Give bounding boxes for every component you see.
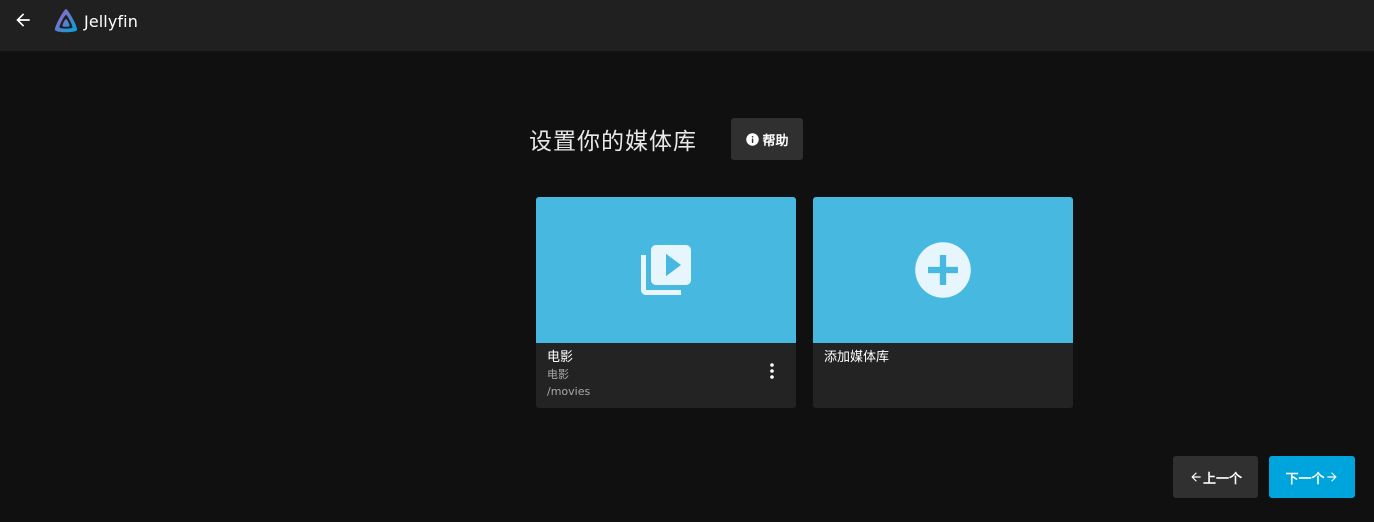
library-type: 电影 [547,368,569,381]
library-card-image[interactable] [536,197,796,343]
arrow-right-icon [1326,472,1337,482]
add-library-card-image[interactable] [813,197,1073,343]
add-circle-icon [915,242,971,298]
add-library-label: 添加媒体库 [824,350,890,365]
app-logo[interactable]: Jellyfin [52,7,138,35]
app-header: Jellyfin [0,0,1374,51]
arrow-left-icon [16,13,30,27]
previous-button[interactable]: 上一个 [1173,456,1258,498]
library-title: 电影 [547,350,574,365]
next-label: 下一个 [1285,471,1325,487]
library-path: /movies [547,385,591,398]
info-icon [745,132,760,147]
add-library-card[interactable]: 添加媒体库 [813,197,1073,408]
page-title: 设置你的媒体库 [529,129,697,155]
back-button[interactable] [8,5,38,35]
page-title-row: 设置你的媒体库 [529,118,697,160]
help-button[interactable]: 帮助 [731,118,803,160]
add-library-card-footer: 添加媒体库 [813,343,1073,408]
video-library-icon [641,245,691,295]
jellyfin-logo-icon [54,9,78,33]
library-card-movies[interactable]: 电影 电影 /movies [536,197,796,408]
next-button[interactable]: 下一个 [1269,456,1355,498]
previous-label: 上一个 [1202,471,1242,487]
library-card-footer: 电影 电影 /movies [536,343,796,408]
help-label: 帮助 [762,133,789,149]
more-vertical-icon [770,363,774,379]
app-name: Jellyfin [84,11,138,31]
library-menu-button[interactable] [762,359,782,383]
arrow-left-icon [1191,472,1201,482]
